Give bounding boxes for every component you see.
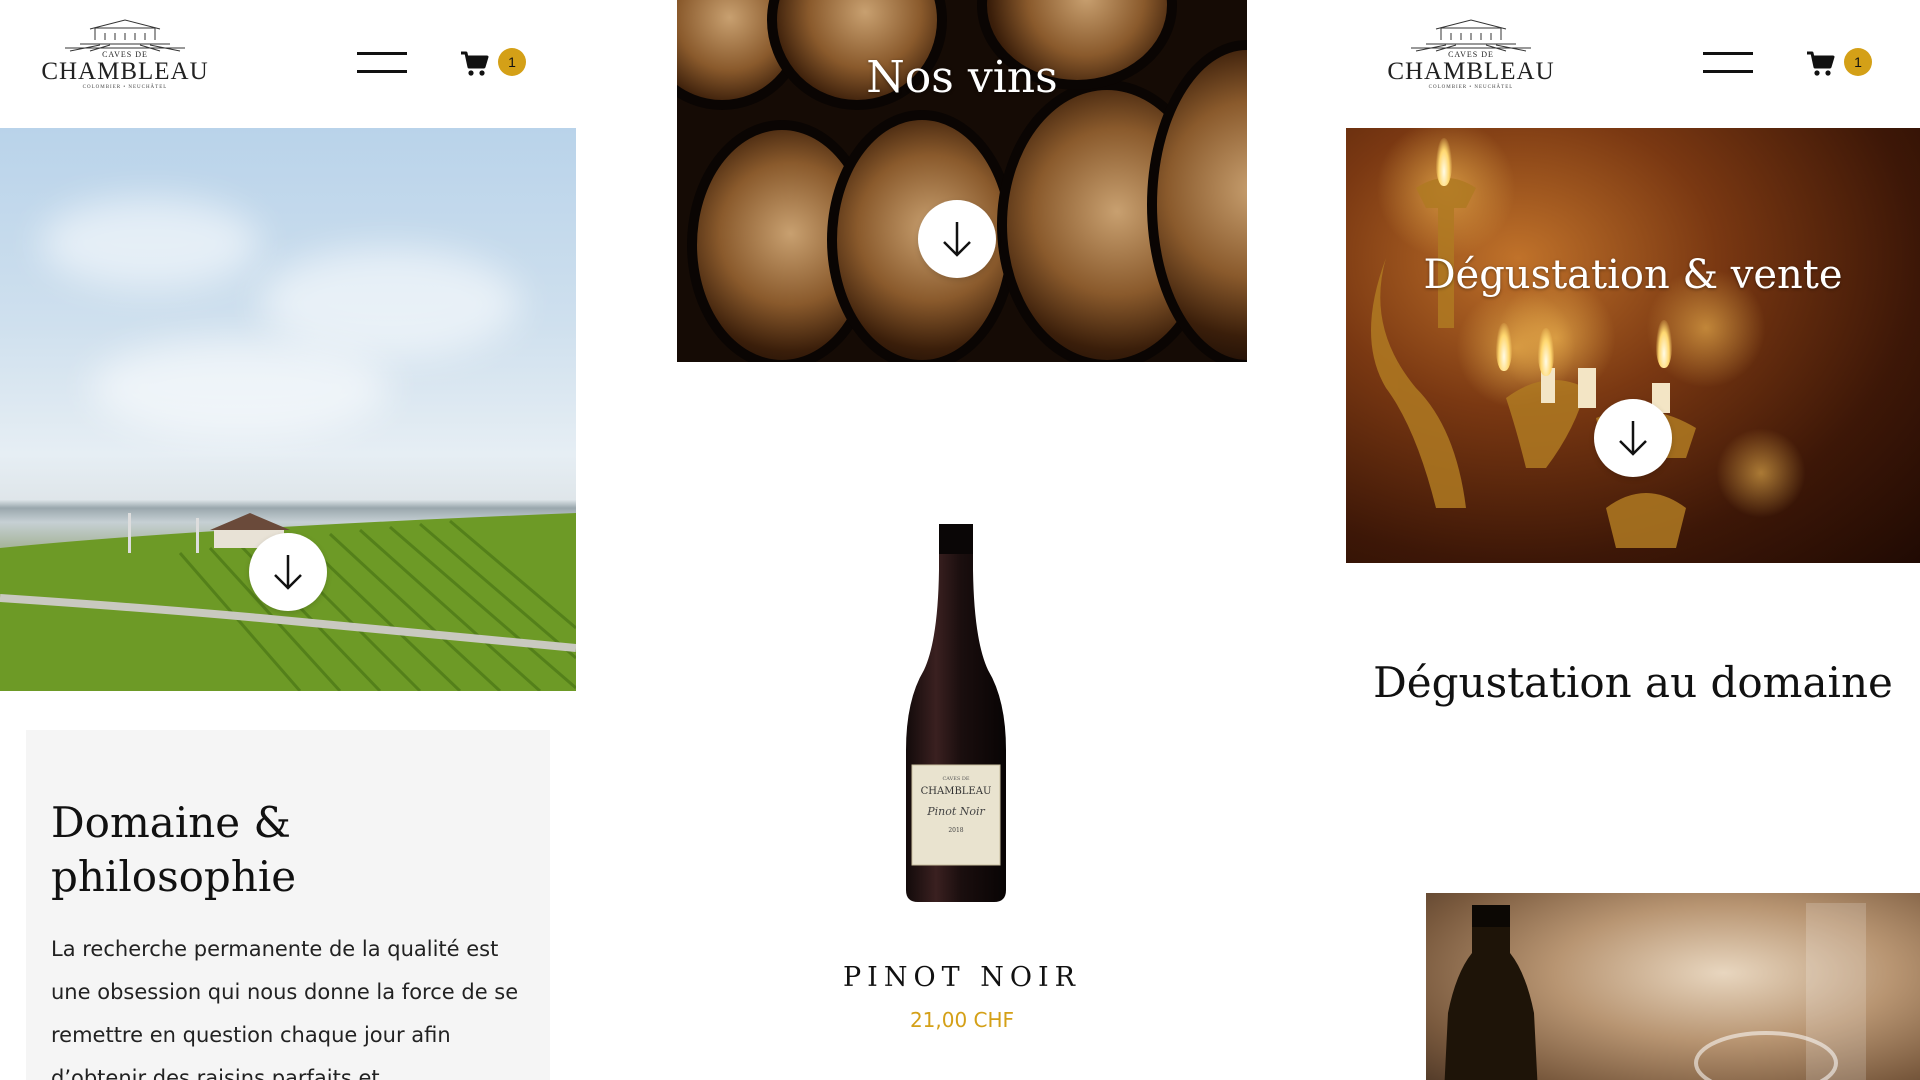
bottle-label-brand: CHAMBLEAU — [921, 786, 992, 797]
domaine-card: Domaine & philosophie La recherche perma… — [26, 730, 550, 1080]
wine-glass-photo — [1426, 893, 1920, 1080]
vineyard-photo — [0, 128, 576, 691]
logo[interactable]: CAVES DE CHAMBLEAU COLOMBIER • NEUCHÂTEL — [1386, 18, 1556, 108]
scroll-down-button[interactable] — [1594, 399, 1672, 477]
cart-icon — [461, 51, 489, 76]
candles-photo: Dégustation & vente — [1346, 128, 1920, 563]
degustation-hero-title: Dégustation & vente — [1423, 252, 1843, 298]
hamburger-icon[interactable] — [1703, 52, 1753, 74]
svg-text:CAVES DE: CAVES DE — [942, 776, 969, 782]
chateau-logo-icon — [65, 19, 185, 52]
cart-icon — [1807, 51, 1835, 76]
site-header: CAVES DE CHAMBLEAU COLOMBIER • NEUCHÂTEL… — [1346, 0, 1920, 128]
degustation-section-title: Dégustation au domaine — [1373, 658, 1893, 707]
scroll-down-button[interactable] — [918, 200, 996, 278]
logo-location: COLOMBIER • NEUCHÂTEL — [82, 85, 168, 90]
product-price: 21,00 CHF — [909, 1008, 1015, 1032]
arrow-down-icon — [1619, 421, 1647, 456]
arrow-down-icon — [274, 555, 302, 590]
site-header: CAVES DE CHAMBLEAU COLOMBIER • NEUCHÂTEL… — [0, 0, 576, 128]
hamburger-icon[interactable] — [357, 52, 407, 74]
bottle-label-year: 2018 — [948, 827, 963, 834]
bottle-and-glass-illustration — [1444, 903, 1866, 1080]
product-name[interactable]: PINOT NOIR — [677, 962, 1247, 993]
domaine-text: La recherche permanente de la qualité es… — [51, 937, 519, 1080]
panel-degustation: CAVES DE CHAMBLEAU COLOMBIER • NEUCHÂTEL… — [1346, 0, 1920, 1080]
wine-bottle-icon: CAVES DE CHAMBLEAU Pinot Noir 2018 — [906, 524, 1006, 902]
candelabra-illustration — [1371, 178, 1696, 548]
domaine-title: Domaine & philosophie — [51, 798, 297, 901]
cart-count-badge: 1 — [498, 48, 526, 76]
arrow-down-icon — [943, 222, 971, 257]
panel-domaine: CAVES DE CHAMBLEAU COLOMBIER • NEUCHÂTEL… — [0, 0, 576, 1080]
nos-vins-title: Nos vins — [866, 52, 1058, 103]
cart-button[interactable]: 1 — [460, 48, 530, 82]
logo-name: CHAMBLEAU — [41, 58, 209, 85]
cart-button[interactable]: 1 — [1806, 48, 1876, 82]
chateau-logo-icon — [1411, 19, 1531, 52]
barrels-photo: Nos vins — [677, 0, 1247, 362]
scroll-down-button[interactable] — [249, 533, 327, 611]
logo[interactable]: CAVES DE CHAMBLEAU COLOMBIER • NEUCHÂTEL — [40, 18, 210, 108]
logo-location: COLOMBIER • NEUCHÂTEL — [1428, 85, 1514, 90]
bottle-label-wine: Pinot Noir — [926, 805, 985, 818]
product-bottle-image[interactable]: CAVES DE CHAMBLEAU Pinot Noir 2018 — [876, 520, 1036, 920]
panel-nos-vins: Nos vins CAVES DE CHAMBLEAU Pinot Noir 2… — [677, 0, 1247, 1080]
cart-count-badge: 1 — [1844, 48, 1872, 76]
logo-name: CHAMBLEAU — [1387, 58, 1555, 85]
